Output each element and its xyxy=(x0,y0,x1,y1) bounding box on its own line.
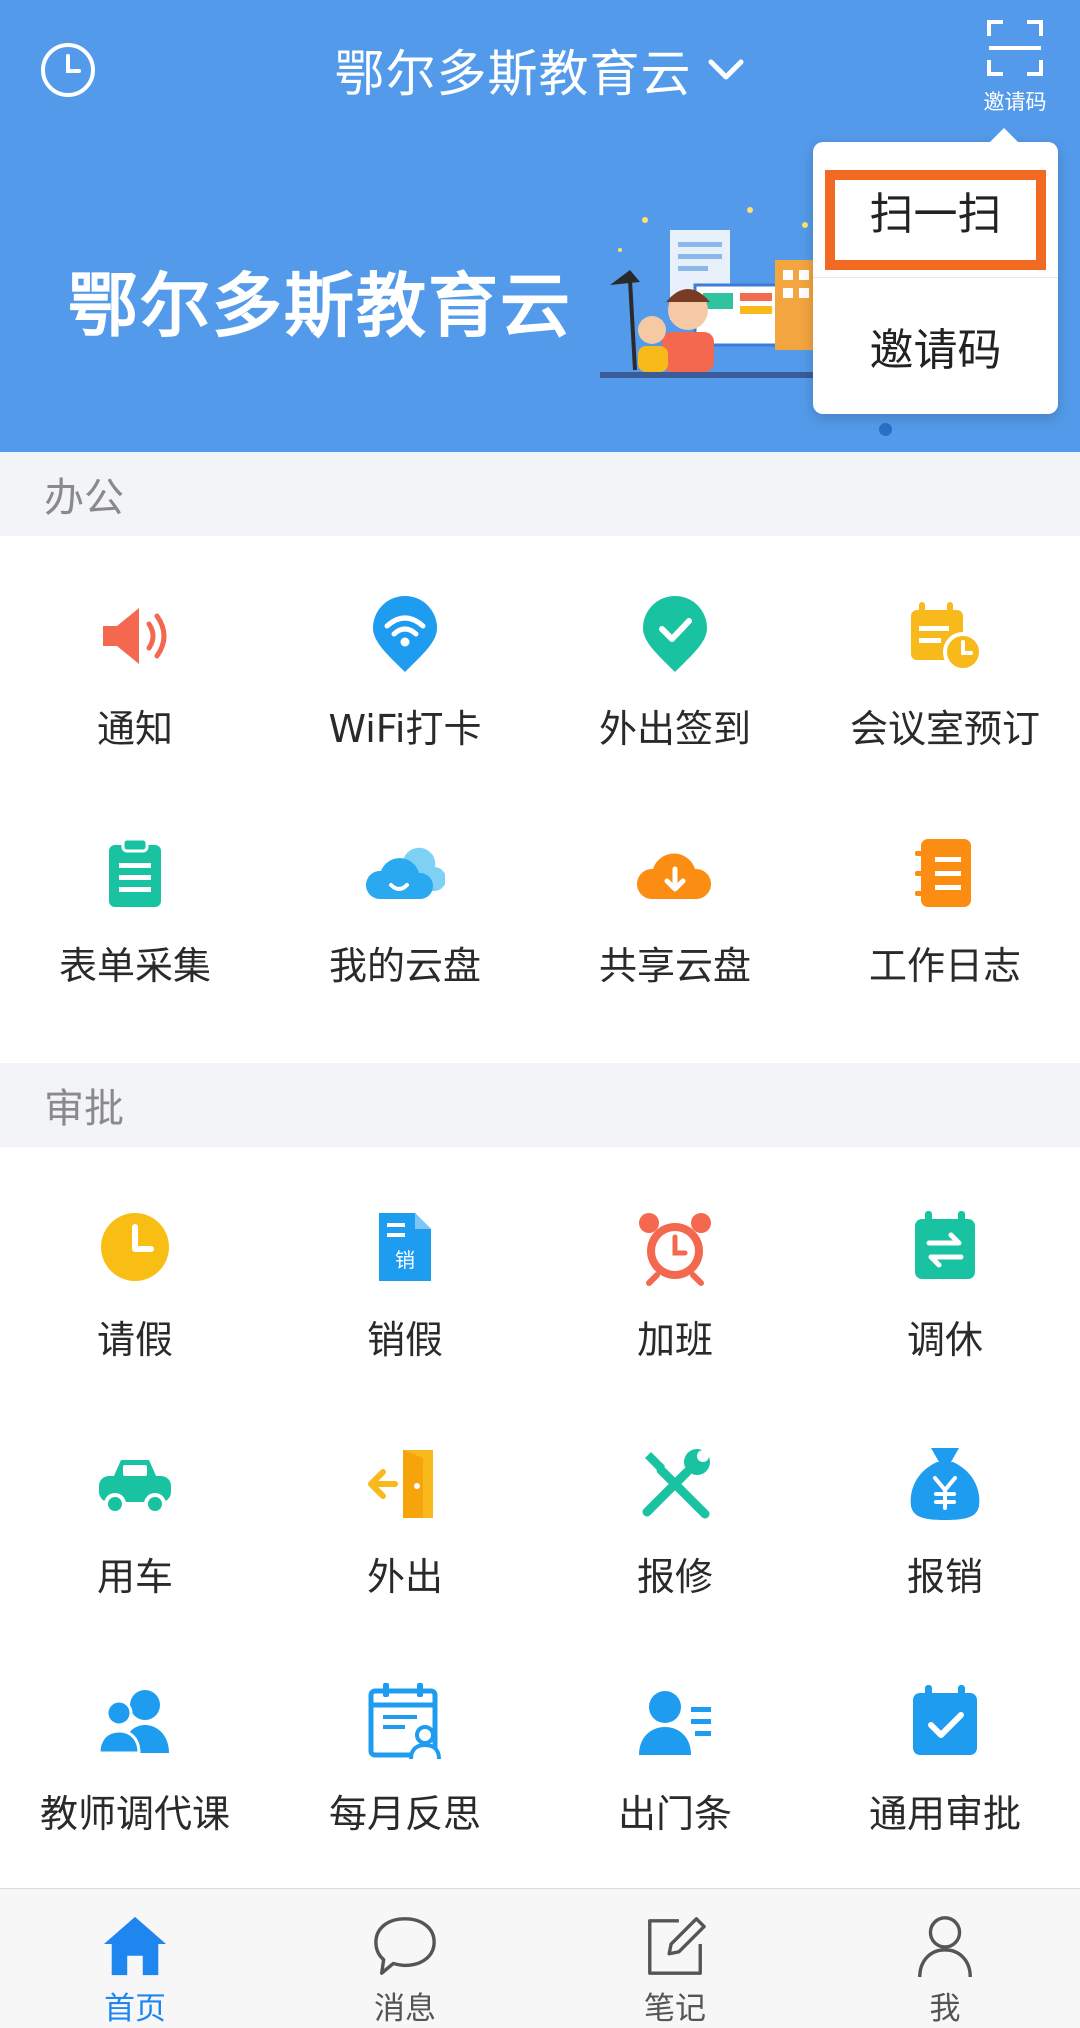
document-icon: 销 xyxy=(365,1207,445,1287)
app-compensatory-leave[interactable]: 调休 xyxy=(810,1147,1080,1384)
highlight-box xyxy=(825,170,1046,270)
wifi-pin-icon xyxy=(365,596,445,676)
app-exit-slip[interactable]: 出门条 xyxy=(540,1621,810,1858)
note-icon xyxy=(648,1917,706,1975)
clipboard-icon xyxy=(95,833,175,913)
app-label: 通知 xyxy=(96,707,173,751)
clock-icon xyxy=(95,1207,175,1287)
region-selector[interactable]: 鄂尔多斯教育云 xyxy=(0,30,1080,110)
app-label: 通用审批 xyxy=(868,1792,1021,1836)
tools-icon xyxy=(635,1444,715,1524)
app-label: 每月反思 xyxy=(328,1792,481,1836)
app-reimbursement[interactable]: 报销 xyxy=(810,1384,1080,1621)
home-screen: 鄂尔多斯教育云 邀请码 鄂尔多斯教育云 扫一扫 邀请码 办公 通知 WiFi打卡… xyxy=(0,0,1080,2028)
app-label: 我的云盘 xyxy=(328,944,481,988)
app-form-collect[interactable]: 表单采集 xyxy=(0,773,270,1010)
approval-grid: 请假 销 销假 加班 调休 用车 外出 报修 报销 教师调代课 每月反思 出门条… xyxy=(0,1147,1080,1858)
user-icon xyxy=(918,1916,972,1978)
app-label: 请假 xyxy=(96,1318,173,1362)
app-label: 用车 xyxy=(96,1555,173,1599)
check-pin-icon xyxy=(635,596,715,676)
app-label: 外出 xyxy=(366,1555,443,1599)
exit-door-icon xyxy=(365,1444,445,1524)
money-bag-icon xyxy=(905,1444,985,1524)
section-header-office: 办公 xyxy=(0,452,1080,536)
person-list-icon xyxy=(635,1681,715,1761)
app-label: 外出签到 xyxy=(598,707,751,751)
app-label: 表单采集 xyxy=(58,944,211,988)
app-title: 鄂尔多斯教育云 xyxy=(334,45,692,103)
app-leave[interactable]: 请假 xyxy=(0,1147,270,1384)
app-notice[interactable]: 通知 xyxy=(0,536,270,773)
nav-notes[interactable]: 笔记 xyxy=(540,1889,810,2028)
chat-icon xyxy=(374,1917,436,1975)
calendar-person-icon xyxy=(365,1681,445,1761)
banner-title: 鄂尔多斯教育云 xyxy=(68,265,572,347)
calendar-clock-icon xyxy=(905,596,985,676)
notebook-icon xyxy=(905,833,985,913)
app-general-approval[interactable]: 通用审批 xyxy=(810,1621,1080,1858)
app-substitute-class[interactable]: 教师调代课 xyxy=(0,1621,270,1858)
app-monthly-reflection[interactable]: 每月反思 xyxy=(270,1621,540,1858)
banner-illustration xyxy=(600,207,830,378)
menu-item-scan[interactable]: 扫一扫 xyxy=(813,142,1058,278)
scan-menu-button[interactable]: 邀请码 xyxy=(980,18,1050,118)
bottom-nav: 首页 消息 笔记 我 xyxy=(0,1888,1080,2028)
app-outing[interactable]: 外出 xyxy=(270,1384,540,1621)
popup-caret xyxy=(990,128,1018,142)
alarm-clock-icon xyxy=(635,1207,715,1287)
chevron-down-icon xyxy=(708,59,743,80)
nav-messages[interactable]: 消息 xyxy=(270,1889,540,2028)
app-label: 报修 xyxy=(636,1555,713,1599)
people-icon xyxy=(95,1681,175,1761)
nav-home[interactable]: 首页 xyxy=(0,1889,270,2028)
app-label: 销假 xyxy=(366,1318,443,1362)
app-label: 会议室预订 xyxy=(849,707,1040,751)
swap-calendar-icon xyxy=(905,1207,985,1287)
menu-item-invite-code-label: 邀请码 xyxy=(869,325,1002,376)
app-label: 加班 xyxy=(636,1318,713,1362)
app-repair[interactable]: 报修 xyxy=(540,1384,810,1621)
app-overtime[interactable]: 加班 xyxy=(540,1147,810,1384)
section-header-approval: 审批 xyxy=(0,1063,1080,1147)
nav-label: 首页 xyxy=(104,1991,166,2027)
cloud-download-icon xyxy=(635,833,715,913)
app-car-use[interactable]: 用车 xyxy=(0,1384,270,1621)
app-shared-cloud[interactable]: 共享云盘 xyxy=(540,773,810,1010)
menu-item-invite-code[interactable]: 邀请码 xyxy=(813,278,1058,414)
calendar-check-icon xyxy=(905,1681,985,1761)
scan-frame-icon xyxy=(987,20,1043,76)
svg-text:销: 销 xyxy=(395,1248,415,1272)
app-label: 出门条 xyxy=(617,1792,732,1836)
home-icon xyxy=(103,1916,167,1976)
app-work-log[interactable]: 工作日志 xyxy=(810,773,1080,1010)
app-label: WiFi打卡 xyxy=(328,707,482,751)
nav-label: 我 xyxy=(929,1991,961,2027)
app-outing-signin[interactable]: 外出签到 xyxy=(540,536,810,773)
app-meeting-room[interactable]: 会议室预订 xyxy=(810,536,1080,773)
banner-page-indicator xyxy=(879,423,892,436)
app-my-cloud[interactable]: 我的云盘 xyxy=(270,773,540,1010)
app-cancel-leave[interactable]: 销 销假 xyxy=(270,1147,540,1384)
nav-label: 消息 xyxy=(374,1991,436,2027)
nav-me[interactable]: 我 xyxy=(810,1889,1080,2028)
speaker-icon xyxy=(95,596,175,676)
car-icon xyxy=(95,1444,175,1524)
popup-menu: 扫一扫 邀请码 xyxy=(813,128,1058,414)
app-label: 工作日志 xyxy=(868,944,1021,988)
app-label: 共享云盘 xyxy=(598,944,751,988)
office-grid: 通知 WiFi打卡 外出签到 会议室预订 表单采集 我的云盘 共享云盘 工作日志 xyxy=(0,536,1080,1010)
scan-button-label: 邀请码 xyxy=(983,90,1047,114)
app-label: 调休 xyxy=(906,1318,983,1362)
app-label: 报销 xyxy=(906,1555,983,1599)
cloud-icon xyxy=(365,833,445,913)
app-label: 教师调代课 xyxy=(39,1792,230,1836)
nav-label: 笔记 xyxy=(644,1991,706,2027)
app-wifi-checkin[interactable]: WiFi打卡 xyxy=(270,536,540,773)
